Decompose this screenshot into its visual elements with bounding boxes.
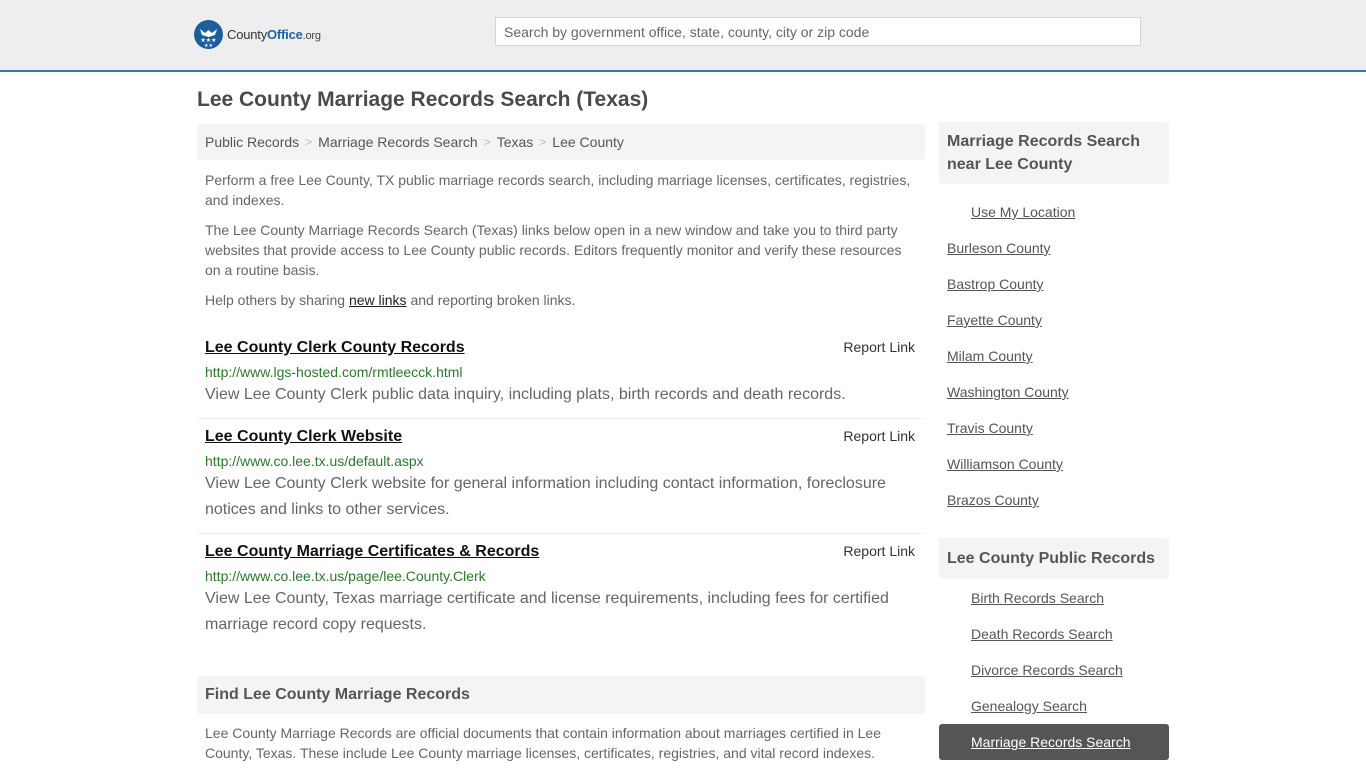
result-url: http://www.co.lee.tx.us/page/lee.County.… — [205, 568, 486, 584]
birth-records-link[interactable]: Birth Records Search — [971, 590, 1104, 606]
nearby-heading: Marriage Records Search near Lee County — [939, 122, 1169, 184]
find-records-heading: Find Lee County Marriage Records — [197, 676, 925, 714]
svg-text:★★: ★★ — [204, 43, 213, 49]
use-location-item: Use My Location — [939, 194, 1169, 230]
public-records-item: Divorce Records Search — [939, 652, 1169, 688]
main-content: Public Records > Marriage Records Search… — [197, 124, 925, 648]
report-link-button[interactable]: Report Link — [843, 428, 915, 444]
result-description: View Lee County Clerk public data inquir… — [205, 386, 846, 403]
results-list: Lee County Clerk County Records Report L… — [197, 330, 925, 648]
search-input[interactable] — [495, 17, 1141, 46]
breadcrumb-separator: > — [483, 135, 491, 149]
result-item: Lee County Clerk Website Report Link htt… — [197, 419, 925, 534]
marriage-records-link[interactable]: Marriage Records Search — [971, 734, 1131, 750]
nearby-county-item: Travis County — [939, 410, 1169, 446]
result-description: View Lee County, Texas marriage certific… — [205, 590, 889, 633]
nearby-county-list: Use My Location Burleson County Bastrop … — [939, 194, 1169, 518]
breadcrumb: Public Records > Marriage Records Search… — [197, 124, 925, 160]
breadcrumb-separator: > — [539, 135, 547, 149]
death-records-link[interactable]: Death Records Search — [971, 626, 1113, 642]
breadcrumb-lee-county[interactable]: Lee County — [552, 134, 624, 150]
public-records-heading: Lee County Public Records — [939, 538, 1169, 579]
intro: Perform a free Lee County, TX public mar… — [197, 170, 925, 310]
site-logo[interactable]: ★★★ ★★ CountyOffice.org — [194, 20, 321, 49]
result-description: View Lee County Clerk website for genera… — [205, 475, 886, 518]
nearby-county-item: Bastrop County — [939, 266, 1169, 302]
nearby-county-item: Brazos County — [939, 482, 1169, 518]
breadcrumb-marriage-records-search[interactable]: Marriage Records Search — [318, 134, 478, 150]
nearby-county-item: Burleson County — [939, 230, 1169, 266]
logo-main: Office — [267, 27, 303, 42]
breadcrumb-public-records[interactable]: Public Records — [205, 134, 299, 150]
county-link-burleson[interactable]: Burleson County — [947, 240, 1051, 256]
site-header: ★★★ ★★ CountyOffice.org — [0, 0, 1366, 72]
public-records-item: Genealogy Search — [939, 688, 1169, 724]
eagle-stars-icon: ★★★ ★★ — [194, 20, 223, 49]
county-link-brazos[interactable]: Brazos County — [947, 492, 1039, 508]
report-link-button[interactable]: Report Link — [843, 339, 915, 355]
report-link-button[interactable]: Report Link — [843, 543, 915, 559]
county-link-williamson[interactable]: Williamson County — [947, 456, 1063, 472]
public-records-item: Birth Records Search — [939, 580, 1169, 616]
divorce-records-link[interactable]: Divorce Records Search — [971, 662, 1123, 678]
page-title: Lee County Marriage Records Search (Texa… — [197, 88, 649, 111]
breadcrumb-separator: > — [305, 135, 313, 149]
result-item: Lee County Marriage Certificates & Recor… — [197, 534, 925, 648]
find-records-text: Lee County Marriage Records are official… — [205, 725, 881, 761]
nearby-county-item: Fayette County — [939, 302, 1169, 338]
result-url: http://www.lgs-hosted.com/rmtleecck.html — [205, 364, 463, 380]
public-records-item-active: Marriage Records Search — [939, 724, 1169, 760]
county-link-washington[interactable]: Washington County — [947, 384, 1069, 400]
breadcrumb-texas[interactable]: Texas — [497, 134, 534, 150]
use-my-location-link[interactable]: Use My Location — [971, 204, 1075, 220]
new-links-link[interactable]: new links — [349, 292, 407, 308]
share-text-before: Help others by sharing — [205, 292, 349, 308]
county-link-fayette[interactable]: Fayette County — [947, 312, 1042, 328]
result-title-link[interactable]: Lee County Marriage Certificates & Recor… — [205, 542, 539, 562]
result-title-link[interactable]: Lee County Clerk Website — [205, 427, 402, 447]
logo-prefix: County — [227, 27, 267, 42]
logo-suffix: .org — [302, 30, 321, 42]
county-link-bastrop[interactable]: Bastrop County — [947, 276, 1044, 292]
public-records-list: Birth Records Search Death Records Searc… — [939, 580, 1169, 760]
result-title-link[interactable]: Lee County Clerk County Records — [205, 338, 465, 358]
nearby-county-item: Washington County — [939, 374, 1169, 410]
share-text-after: and reporting broken links. — [406, 292, 576, 308]
result-item: Lee County Clerk County Records Report L… — [197, 330, 925, 419]
county-link-milam[interactable]: Milam County — [947, 348, 1033, 364]
county-link-travis[interactable]: Travis County — [947, 420, 1033, 436]
intro-paragraph: Perform a free Lee County, TX public mar… — [205, 172, 911, 208]
sidebar: Marriage Records Search near Lee County … — [939, 122, 1169, 760]
result-url: http://www.co.lee.tx.us/default.aspx — [205, 453, 424, 469]
genealogy-search-link[interactable]: Genealogy Search — [971, 698, 1087, 714]
intro-paragraph: The Lee County Marriage Records Search (… — [205, 222, 902, 278]
nearby-county-item: Milam County — [939, 338, 1169, 374]
public-records-item: Death Records Search — [939, 616, 1169, 652]
logo-wordmark: CountyOffice.org — [227, 27, 321, 42]
share-links-paragraph: Help others by sharing new links and rep… — [197, 290, 925, 310]
nearby-county-item: Williamson County — [939, 446, 1169, 482]
